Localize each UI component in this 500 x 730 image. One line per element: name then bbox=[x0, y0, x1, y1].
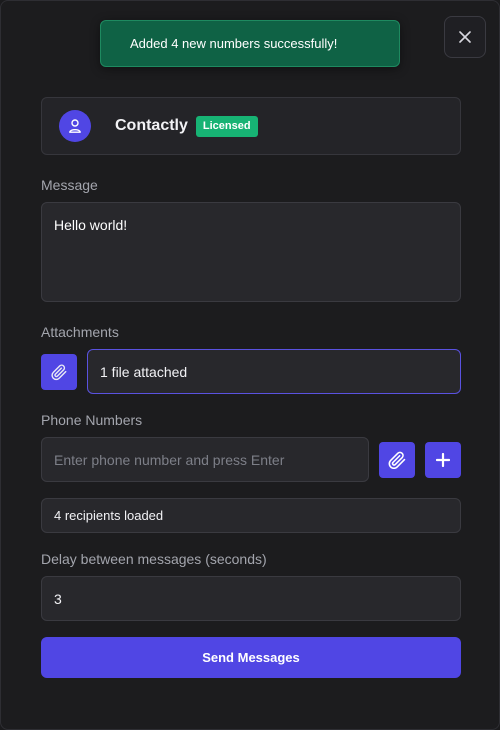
attachments-label: Attachments bbox=[41, 324, 119, 340]
close-button[interactable] bbox=[444, 16, 486, 58]
add-number-button[interactable] bbox=[425, 442, 461, 478]
message-label: Message bbox=[41, 177, 98, 193]
attach-file-button[interactable] bbox=[41, 354, 77, 390]
success-toast: Added 4 new numbers successfully! bbox=[100, 20, 400, 67]
paperclip-icon bbox=[388, 451, 406, 470]
import-numbers-button[interactable] bbox=[379, 442, 415, 478]
toast-message: Added 4 new numbers successfully! bbox=[130, 36, 338, 51]
plus-icon bbox=[436, 453, 450, 467]
license-status-badge: Licensed bbox=[195, 115, 258, 137]
phone-numbers-label: Phone Numbers bbox=[41, 412, 143, 428]
paperclip-icon bbox=[51, 364, 67, 381]
user-icon bbox=[69, 119, 81, 133]
phone-number-input[interactable] bbox=[41, 437, 369, 482]
license-card: Contactly Licensed bbox=[41, 97, 461, 155]
delay-label: Delay between messages (seconds) bbox=[41, 551, 267, 567]
send-messages-button[interactable]: Send Messages bbox=[41, 637, 461, 678]
delay-input[interactable] bbox=[41, 576, 461, 621]
recipients-count-field: 4 recipients loaded bbox=[41, 498, 461, 533]
app-window: Contactly Licensed Message Hello world! … bbox=[0, 0, 500, 730]
close-icon bbox=[459, 31, 471, 43]
avatar bbox=[59, 110, 91, 142]
app-name: Contactly bbox=[115, 117, 188, 134]
message-textarea[interactable]: Hello world! bbox=[41, 202, 461, 302]
attachment-status-field[interactable]: 1 file attached bbox=[87, 349, 461, 394]
